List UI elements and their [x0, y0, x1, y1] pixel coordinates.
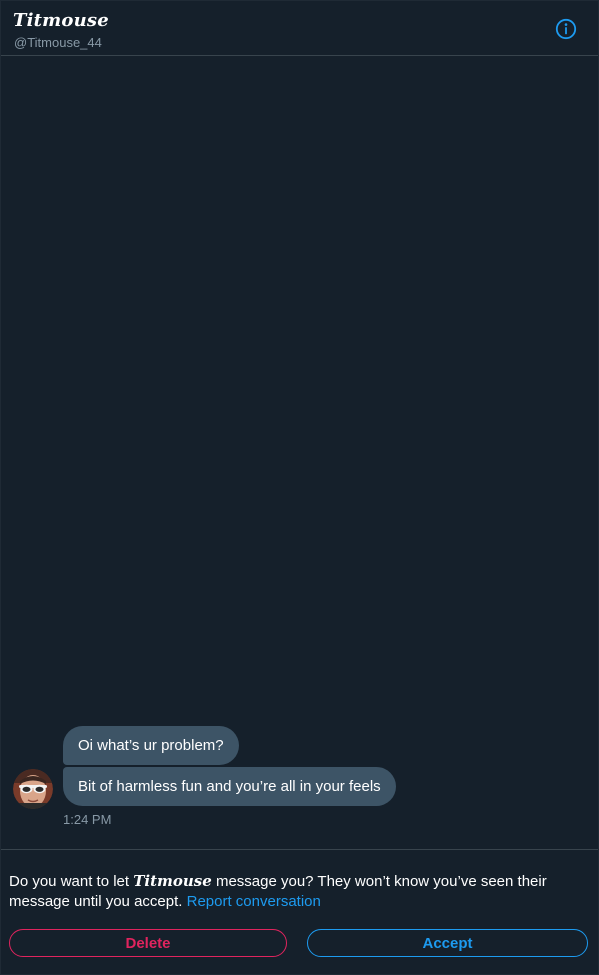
message-request-panel: Do you want to let Titmouse message you?… [1, 849, 598, 975]
conversation-header: Titmouse @Titmouse_44 [1, 1, 598, 56]
message-timestamp: 1:24 PM [63, 812, 112, 827]
dm-conversation-window: Titmouse @Titmouse_44 Oi what’s ur probl… [0, 0, 599, 975]
prompt-user-name: Titmouse [133, 872, 212, 890]
prompt-prefix: Do you want to let [9, 873, 134, 890]
message-list: Oi what’s ur problem? Bit of harmless fu… [1, 57, 598, 847]
report-conversation-link[interactable]: Report conversation [187, 893, 321, 910]
message-bubble[interactable]: Oi what’s ur problem? [63, 726, 239, 765]
info-circle-icon [555, 18, 577, 40]
delete-button[interactable]: Delete [9, 929, 287, 957]
avatar-sunglasses-icon [13, 769, 53, 809]
conversation-title: Titmouse [13, 10, 109, 31]
accept-button[interactable]: Accept [307, 929, 588, 957]
avatar[interactable] [13, 769, 53, 809]
user-handle: @Titmouse_44 [14, 35, 102, 50]
info-button[interactable] [555, 18, 577, 40]
message-bubble[interactable]: Bit of harmless fun and you’re all in yo… [63, 767, 396, 806]
message-request-prompt: Do you want to let Titmouse message you?… [9, 871, 569, 912]
